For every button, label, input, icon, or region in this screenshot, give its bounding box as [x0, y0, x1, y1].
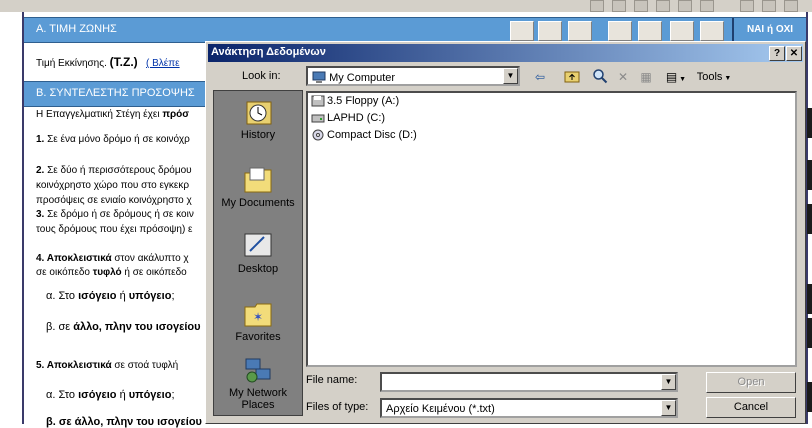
home-icon[interactable] [510, 21, 534, 41]
chevron-down-icon[interactable]: ▼ [503, 68, 518, 84]
tz-label: Τιμή Εκκίνησης. [36, 58, 107, 69]
section-a-header: Α. ΤΙΜΗ ΖΩΝΗΣ ΝΑΙ ή ΟΧΙ [24, 17, 806, 43]
file-name-input[interactable]: ▼ [380, 372, 678, 392]
info-icon[interactable] [568, 21, 592, 41]
close-button[interactable]: ✕ [786, 46, 802, 61]
stop-icon[interactable] [670, 21, 694, 41]
list-item[interactable]: 3.5 Floppy (A:) [311, 95, 399, 111]
delete-icon[interactable]: ✕ [614, 68, 632, 86]
files-of-type-label: Files of type: [306, 401, 369, 413]
text-line: α. Στο ισόγειο ή υπόγειο; [46, 389, 175, 401]
cd-drive-icon [312, 129, 324, 141]
tz-abbr: (Τ.Ζ.) [109, 55, 138, 69]
host-tool-icon[interactable] [700, 0, 714, 12]
folder-icon[interactable] [608, 21, 632, 41]
host-tool-icon[interactable] [740, 0, 754, 12]
text-line: σε οικόπεδο τυφλό ή σε οικόπεδο [36, 267, 187, 278]
documents-folder-icon [242, 165, 274, 195]
text-line: 3. Σε δρόμο ή σε δρόμους ή σε κοιν [36, 209, 194, 220]
text-line: προσόψεις σε ενιαίο κοινόχρηστο χ [36, 195, 192, 206]
files-of-type-value: Αρχείο Κειμένου (*.txt) [386, 403, 495, 415]
favorites-folder-icon: ✶ [242, 299, 274, 329]
page-border-left [22, 12, 24, 424]
host-tool-icon[interactable] [784, 0, 798, 12]
places-bar: History My Documents Desktop ✶ Favorites… [213, 90, 303, 416]
file-name-label: File name: [306, 374, 358, 386]
answer-box[interactable] [807, 318, 812, 348]
back-icon[interactable]: ⇦ [528, 68, 552, 86]
text-line: 1. Σε ένα μόνο δρόμο ή σε κοινόχρ [36, 134, 190, 145]
chevron-down-icon[interactable]: ▼ [661, 400, 676, 416]
host-tool-icon[interactable] [590, 0, 604, 12]
hard-drive-icon [311, 114, 325, 123]
answer-box[interactable] [807, 284, 812, 314]
tz-link[interactable]: ( Βλέπε [146, 58, 180, 69]
answer-box[interactable] [807, 204, 812, 234]
text-line: Η Επαγγελματική Στέγη έχει πρόσ [36, 109, 190, 120]
sort-icon[interactable] [638, 21, 662, 41]
network-icon [242, 355, 274, 385]
host-tool-icon[interactable] [656, 0, 670, 12]
look-in-value: My Computer [329, 72, 396, 84]
text-line: κοινόχρηστο χώρο που στο εγκεκρ [36, 180, 190, 191]
dialog-titlebar[interactable]: Ανάκτηση Δεδομένων ? ✕ [208, 44, 803, 62]
nai-oxi-header: ΝΑΙ ή ΟΧΙ [732, 18, 806, 42]
answer-box[interactable] [807, 382, 812, 412]
section-b-title: Β. ΣΥΝΤΕΛΕΣΤΗΣ ΠΡΟΣΟΨΗΣ [36, 87, 195, 99]
place-desktop[interactable]: Desktop [214, 231, 302, 275]
host-toolbar-strip [0, 0, 812, 12]
open-file-dialog: Ανάκτηση Δεδομένων ? ✕ Look in: My Compu… [205, 41, 806, 424]
dialog-title: Ανάκτηση Δεδομένων [211, 46, 326, 58]
place-my-documents[interactable]: My Documents [214, 165, 302, 209]
host-tool-icon[interactable] [634, 0, 648, 12]
svg-text:✶: ✶ [253, 310, 263, 324]
computer-icon [312, 71, 326, 83]
search-web-icon[interactable] [590, 68, 610, 86]
answer-box[interactable] [807, 108, 812, 138]
place-favorites[interactable]: ✶ Favorites [214, 299, 302, 343]
views-icon[interactable]: ▤ ▼ [662, 68, 690, 86]
text-line: 4. Αποκλειστικά στον ακάλυπτο χ [36, 253, 189, 264]
text-line: α. Στο ισόγειο ή υπόγειο; [46, 290, 175, 302]
open-button[interactable]: Open [706, 372, 796, 393]
floppy-drive-icon [311, 95, 325, 107]
up-folder-icon[interactable] [562, 68, 582, 86]
file-list[interactable]: 3.5 Floppy (A:) LAPHD (C:) Compact Disc … [306, 91, 797, 367]
chevron-down-icon[interactable]: ▼ [661, 374, 676, 390]
look-in-select[interactable]: My Computer ▼ [306, 66, 520, 86]
tools-menu[interactable]: Tools ▼ [696, 68, 732, 86]
section-a-title: Α. ΤΙΜΗ ΖΩΝΗΣ [36, 23, 117, 35]
desktop-icon [242, 231, 274, 261]
look-in-label: Look in: [242, 70, 281, 82]
list-item[interactable]: LAPHD (C:) [311, 112, 385, 128]
host-tool-icon[interactable] [612, 0, 626, 12]
new-folder-icon[interactable]: ▦ [636, 68, 656, 86]
place-network[interactable]: My Network Places [214, 355, 302, 411]
print-icon[interactable] [700, 21, 724, 41]
text-line: β. σε άλλο, πλην του ισογείου [46, 416, 202, 428]
cancel-button[interactable]: Cancel [706, 397, 796, 418]
text-line: β. σε άλλο, πλην του ισογείου [46, 321, 201, 333]
answer-box[interactable] [807, 160, 812, 190]
help-button[interactable]: ? [769, 46, 785, 61]
history-icon [242, 97, 274, 127]
files-of-type-select[interactable]: Αρχείο Κειμένου (*.txt) ▼ [380, 398, 678, 418]
host-tool-icon[interactable] [678, 0, 692, 12]
tz-row: Τιμή Εκκίνησης. (Τ.Ζ.) ( Βλέπε [36, 55, 180, 69]
list-item[interactable]: Compact Disc (D:) [311, 129, 417, 145]
host-tool-icon[interactable] [762, 0, 776, 12]
place-history[interactable]: History [214, 97, 302, 141]
text-line: 5. Αποκλειστικά σε στοά τυφλή [36, 360, 179, 371]
heart-icon[interactable] [538, 21, 562, 41]
text-line: τους δρόμους που έχει πρόσοψη) ε [36, 224, 193, 235]
text-line: 2. Σε δύο ή περισσότερους δρόμου [36, 165, 192, 176]
